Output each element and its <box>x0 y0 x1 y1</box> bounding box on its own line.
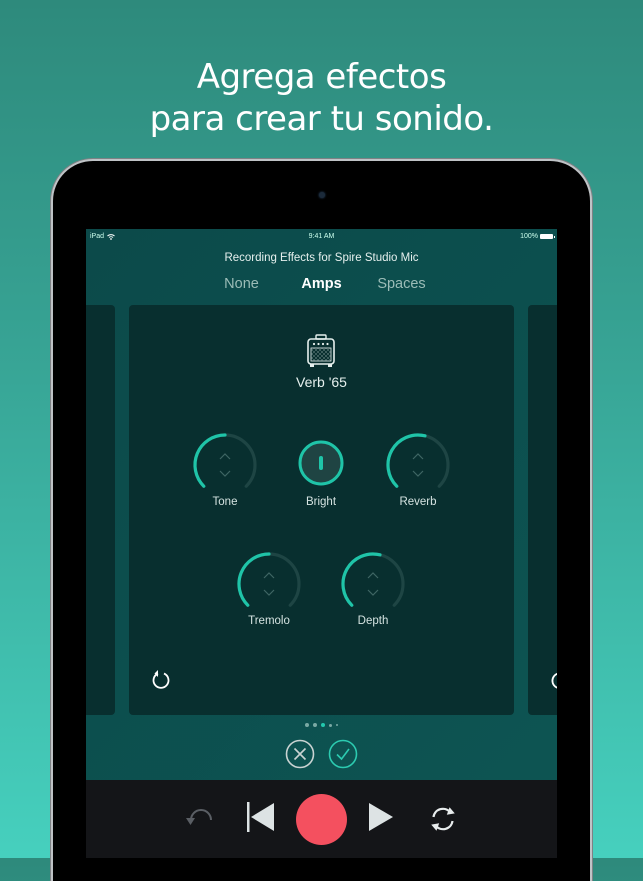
loop-icon[interactable] <box>428 804 458 834</box>
knob-label: Reverb <box>399 496 437 508</box>
battery-icon <box>540 234 555 239</box>
chevron-down-icon[interactable] <box>412 470 424 477</box>
dial-value-arc <box>341 552 382 607</box>
depth-dial[interactable] <box>338 552 408 614</box>
knob-bright[interactable]: Bright <box>281 433 361 508</box>
previous-effect-card[interactable] <box>86 305 115 715</box>
headline: Agrega efectos para crear tu sonido. <box>0 56 643 140</box>
knob-tremolo[interactable]: Tremolo <box>229 552 309 627</box>
page-title: Recording Effects for Spire Studio Mic <box>224 252 419 264</box>
tab-spaces[interactable]: Spaces <box>362 276 442 292</box>
reset-icon[interactable] <box>550 669 557 691</box>
chevron-down-icon[interactable] <box>263 589 275 596</box>
tab-amps[interactable]: Amps <box>282 276 362 292</box>
dial-value-arc <box>237 552 271 607</box>
page-dot[interactable] <box>336 724 338 726</box>
confirm-button[interactable] <box>328 739 358 769</box>
dial-value-arc <box>193 433 227 488</box>
tone-dial[interactable] <box>190 433 260 495</box>
app-screen: iPad 9:41 AM 100% Recording Effects for … <box>86 229 557 858</box>
page-indicator <box>86 723 557 727</box>
effect-card: Verb '65 Tone Bright Reverb Tremolo Dept… <box>129 305 514 715</box>
page-dot-active[interactable] <box>321 723 325 727</box>
knob-label: Bright <box>305 496 337 508</box>
chevron-down-icon[interactable] <box>219 470 231 477</box>
tremolo-dial[interactable] <box>234 552 304 614</box>
clock: 9:41 AM <box>308 233 335 240</box>
headline-line-1: Agrega efectos <box>196 57 447 97</box>
page-dot[interactable] <box>329 723 332 727</box>
reverb-dial[interactable] <box>383 433 453 495</box>
knob-label: Tone <box>212 496 238 508</box>
knob-label: Tremolo <box>248 615 290 627</box>
headline-line-2: para crear tu sonido. <box>149 99 494 139</box>
dial-value-arc <box>386 433 427 488</box>
knob-depth[interactable]: Depth <box>333 552 413 627</box>
status-bar: iPad 9:41 AM 100% <box>86 229 557 243</box>
effect-name: Verb '65 <box>296 374 347 390</box>
effect-category-tabs: None Amps Spaces <box>86 276 557 292</box>
skip-back-icon[interactable] <box>246 801 276 833</box>
camera-icon <box>319 192 325 198</box>
knob-reverb[interactable]: Reverb <box>378 433 458 508</box>
amplifier-icon <box>307 334 335 367</box>
transport-bar <box>86 780 557 858</box>
next-effect-card[interactable] <box>528 305 557 715</box>
knob-tone[interactable]: Tone <box>185 433 265 508</box>
page-dot[interactable] <box>313 723 317 727</box>
tab-none[interactable]: None <box>202 276 282 292</box>
chevron-up-icon[interactable] <box>219 453 231 460</box>
chevron-up-icon[interactable] <box>412 453 424 460</box>
record-button[interactable] <box>296 794 347 845</box>
reset-icon[interactable] <box>150 669 172 691</box>
battery-percent: 100% <box>520 233 538 240</box>
chevron-up-icon[interactable] <box>367 572 379 579</box>
chevron-down-icon[interactable] <box>367 589 379 596</box>
confirm-actions <box>86 739 557 769</box>
undo-icon[interactable] <box>185 806 215 830</box>
page-dot[interactable] <box>305 723 309 727</box>
play-icon[interactable] <box>367 802 395 832</box>
knob-label: Depth <box>357 615 389 627</box>
bright-toggle[interactable] <box>286 433 356 495</box>
cancel-button[interactable] <box>285 739 315 769</box>
chevron-up-icon[interactable] <box>263 572 275 579</box>
